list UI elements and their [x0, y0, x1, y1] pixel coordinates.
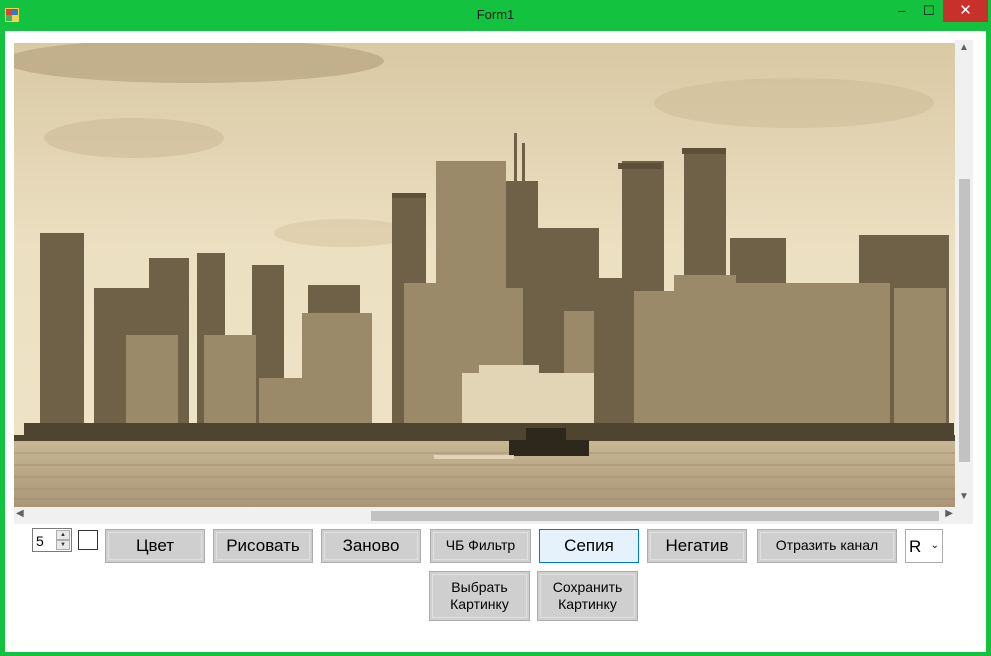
close-button[interactable]: ✕: [943, 0, 988, 22]
picture-box[interactable]: [14, 43, 955, 507]
maximize-button[interactable]: ☐: [914, 0, 944, 22]
stepper-up-icon[interactable]: ▲: [56, 530, 70, 540]
scrollbar-corner: [955, 507, 973, 524]
stepper-spin-buttons[interactable]: ▲ ▼: [56, 530, 70, 550]
choose-picture-button[interactable]: Выбрать Картинку: [429, 571, 530, 621]
save-picture-button[interactable]: Сохранить Картинку: [537, 571, 638, 621]
form-client-area: ▲ ▼ ◀ ▶ 5 ▲ ▼ Цвет Рисовать Заново ЧБ Фи…: [5, 31, 986, 652]
choose-picture-button-label: Выбрать Картинку: [450, 578, 509, 613]
draw-button-label: Рисовать: [226, 536, 300, 556]
reset-button-label: Заново: [342, 536, 400, 556]
draw-button[interactable]: Рисовать: [213, 529, 313, 563]
bw-filter-button-label: ЧБ Фильтр: [445, 537, 516, 554]
scroll-down-icon[interactable]: ▼: [955, 491, 973, 505]
horizontal-scrollbar[interactable]: ◀ ▶: [14, 507, 955, 524]
app-window: Form1 – ☐ ✕ ▲ ▼ ◀ ▶ 5 ▲ ▼ Цвет Рисовать …: [0, 0, 991, 656]
brush-size-value[interactable]: 5: [36, 533, 44, 549]
scroll-left-icon[interactable]: ◀: [16, 508, 28, 523]
horizontal-scroll-thumb[interactable]: [371, 511, 939, 521]
color-button-label: Цвет: [135, 536, 175, 556]
scroll-right-icon[interactable]: ▶: [941, 508, 953, 523]
negative-button[interactable]: Негатив: [647, 529, 747, 563]
brush-size-stepper[interactable]: 5 ▲ ▼: [32, 528, 72, 552]
vertical-scroll-thumb[interactable]: [959, 179, 970, 462]
color-button[interactable]: Цвет: [105, 529, 205, 563]
mirror-channel-button[interactable]: Отразить канал: [757, 529, 897, 563]
window-title: Form1: [476, 7, 515, 22]
channel-select[interactable]: R ⌄: [905, 529, 943, 563]
scroll-up-icon[interactable]: ▲: [955, 42, 973, 56]
stepper-down-icon[interactable]: ▼: [56, 540, 70, 550]
sepia-button-label: Сепия: [564, 536, 614, 556]
sepia-button[interactable]: Сепия: [539, 529, 639, 563]
vertical-scrollbar[interactable]: ▲ ▼: [955, 40, 973, 507]
mirror-channel-button-label: Отразить канал: [775, 537, 879, 554]
reset-button[interactable]: Заново: [321, 529, 421, 563]
color-preview-box[interactable]: [78, 530, 98, 550]
minimize-button[interactable]: –: [887, 0, 917, 22]
chevron-down-icon[interactable]: ⌄: [931, 540, 939, 551]
bw-filter-button[interactable]: ЧБ Фильтр: [430, 529, 531, 563]
title-bar[interactable]: Form1 – ☐ ✕: [0, 0, 991, 31]
save-picture-button-label: Сохранить Картинку: [552, 578, 623, 613]
channel-select-value: R: [909, 537, 922, 556]
negative-button-label: Негатив: [665, 536, 729, 556]
city-skyline-image: [14, 43, 955, 507]
